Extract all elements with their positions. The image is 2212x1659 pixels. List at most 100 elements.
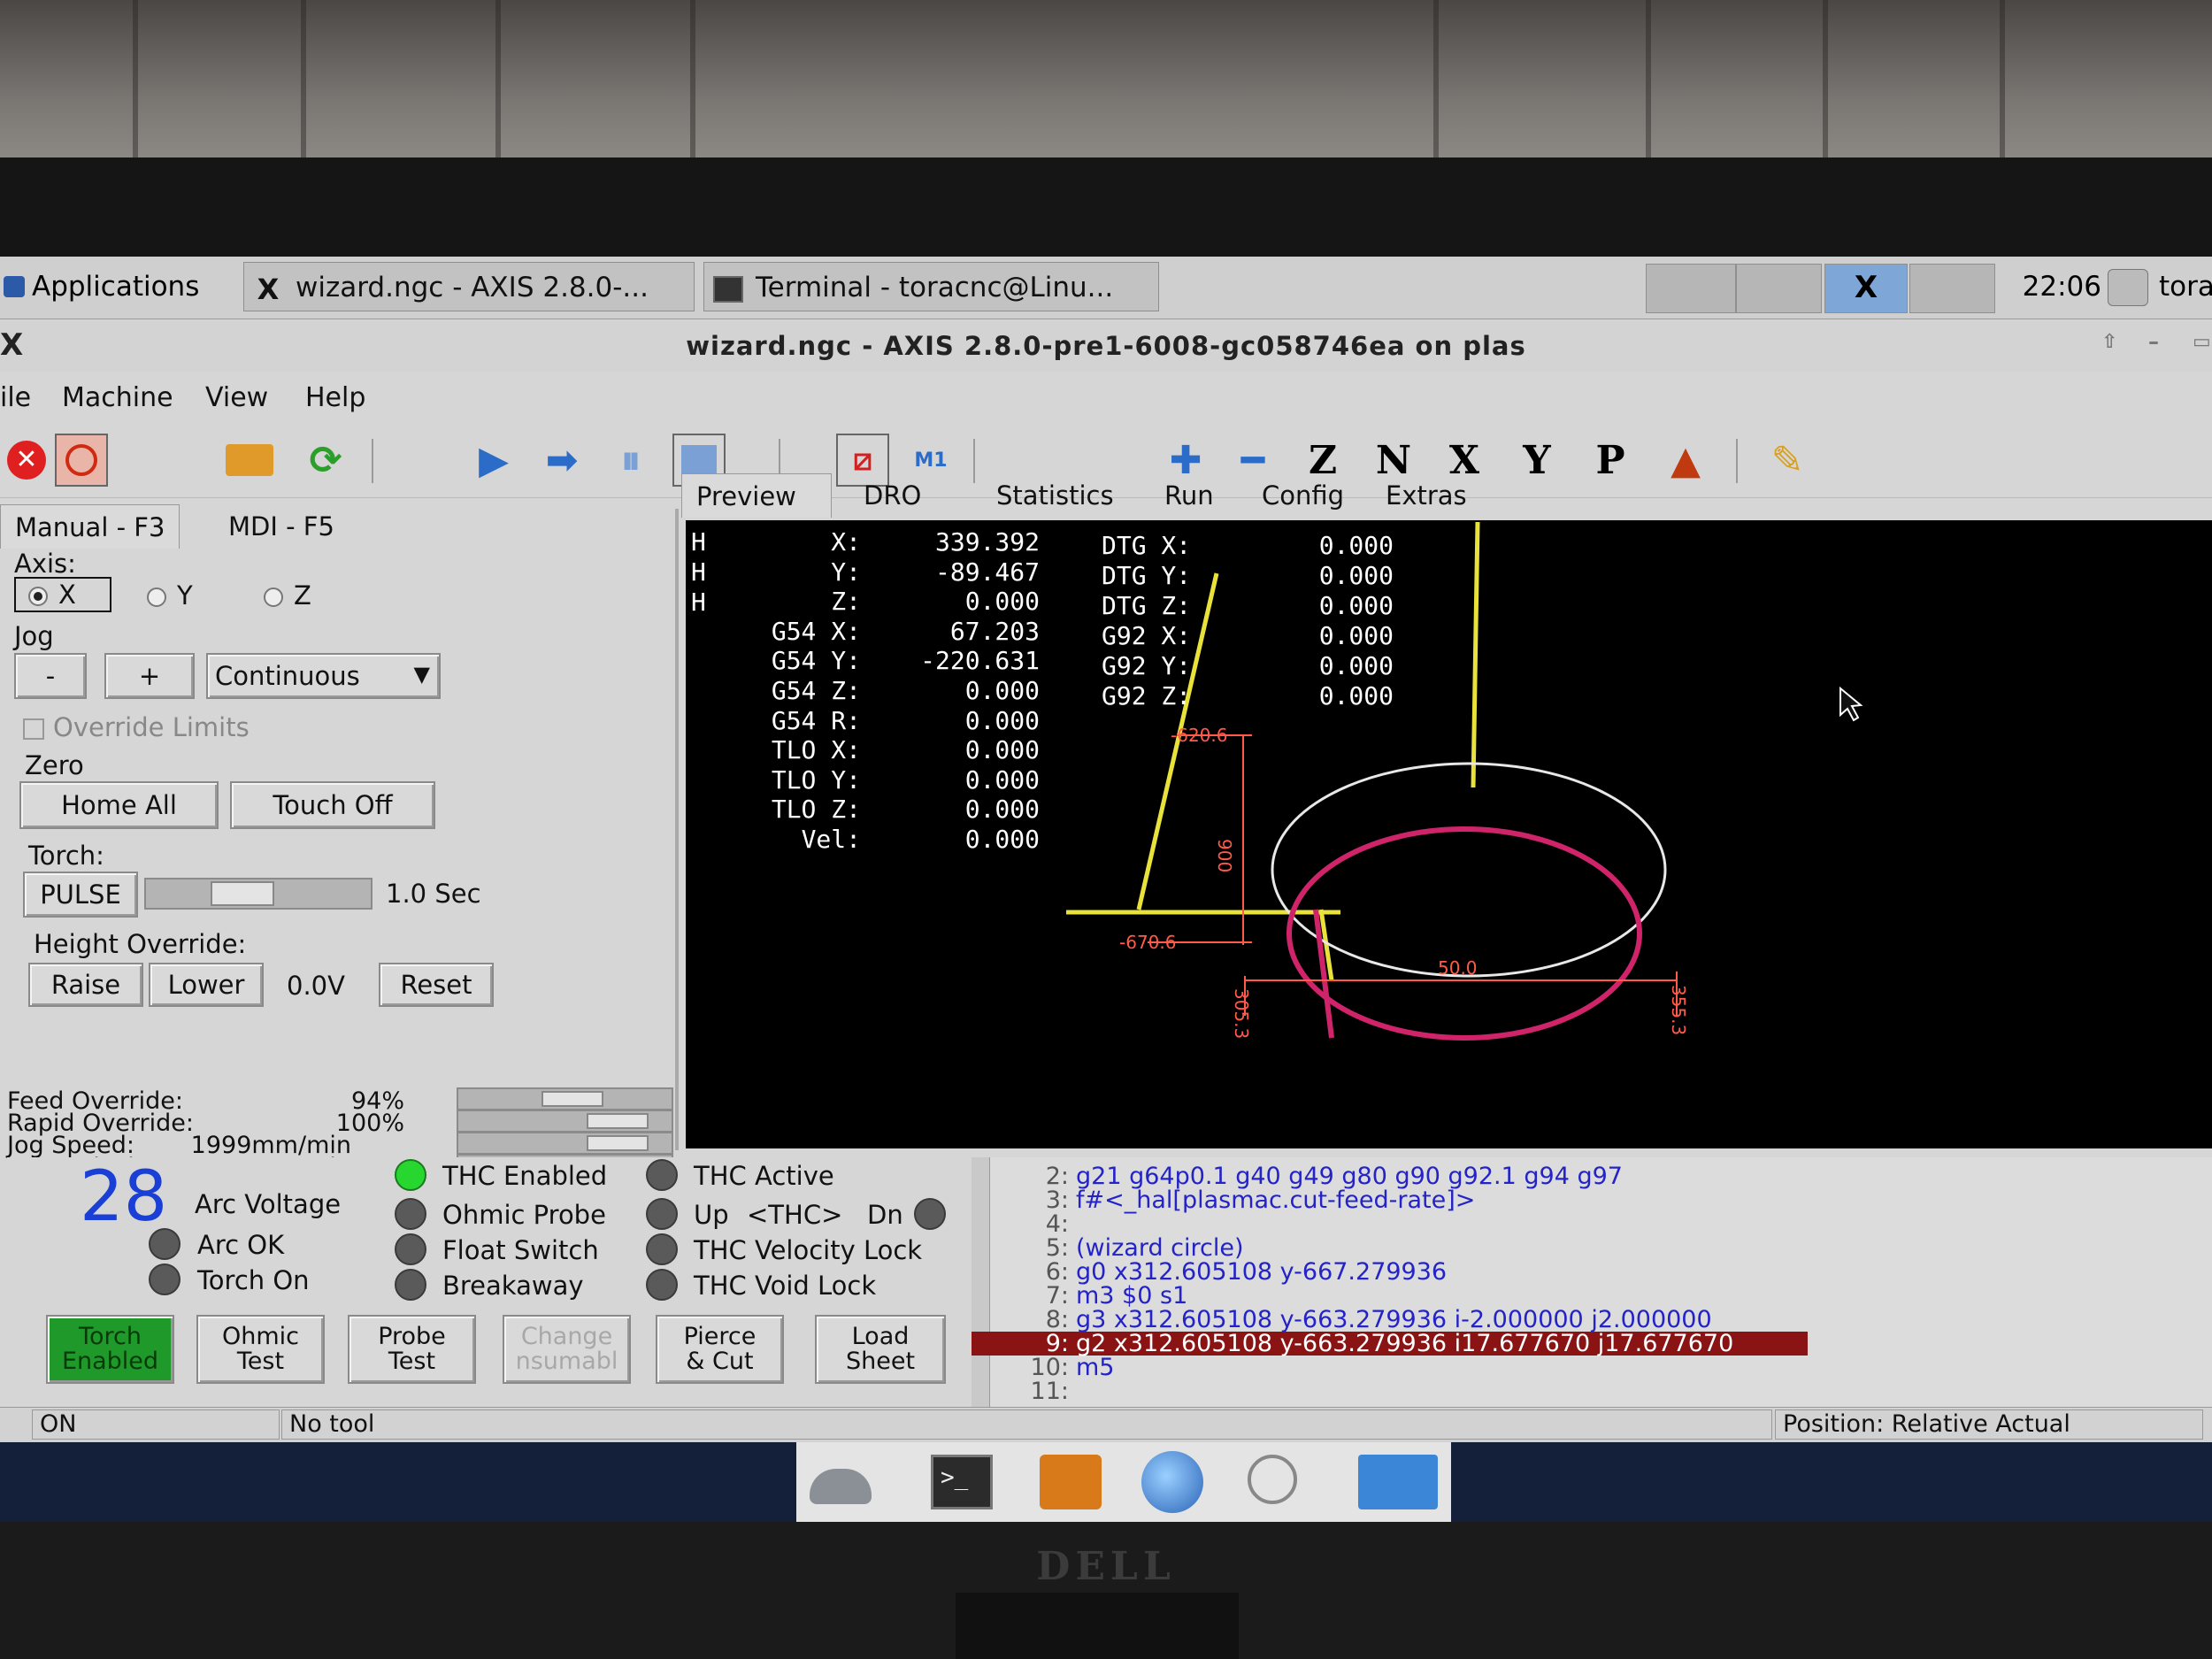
menu-help[interactable]: Help [305,382,365,413]
override-slider[interactable] [457,1110,673,1133]
preview-tab[interactable]: DRO [849,473,964,518]
applications-menu[interactable]: Applications [0,257,234,317]
raise-button[interactable]: Raise [28,963,143,1007]
menu-file[interactable]: ile [0,382,31,413]
gcode-line-number: 4: [1045,1210,1069,1238]
axis-x-label: X [58,580,76,610]
plasma-button[interactable]: Pierce & Cut [656,1315,784,1384]
preview-plot[interactable]: -620.6 900 -670.6 50.0 305.3 355.3 H H H X:… [686,520,2212,1148]
folder-icon[interactable] [1358,1455,1438,1509]
file-manager-icon[interactable] [1040,1455,1102,1509]
pulse-time-slider[interactable] [144,878,373,910]
tab-manual[interactable]: Manual - F3 [0,504,180,549]
menu-view[interactable]: View [205,382,268,413]
jog-minus-button[interactable]: - [14,653,87,699]
axis-y-radio[interactable]: Y [147,580,193,611]
run-button[interactable]: ▶ [467,434,520,487]
workspace-3-active[interactable]: X [1824,264,1908,313]
dro-value: 339.392 [934,527,1040,557]
dim-top: -620.6 [1171,725,1227,746]
thc-up-label: Up [694,1200,729,1230]
plasma-button[interactable]: Torch Enabled [46,1315,174,1384]
gcode-listing[interactable]: 2: g21 g64p0.1 g40 g49 g80 g90 g92.1 g94 … [972,1157,2212,1407]
axis-x-radio[interactable]: X [14,577,111,612]
clock[interactable]: 22:06 [2004,257,2101,317]
torch-on-label: Torch On [197,1265,310,1295]
estop-button[interactable]: ✕ [0,434,53,487]
ohmic-probe-led [395,1198,426,1230]
reload-button[interactable]: ⟳ [299,434,352,487]
dro-label: Y: [831,557,861,587]
preview-tab[interactable]: Preview [681,473,832,518]
dro-value: -220.631 [920,646,1040,676]
terminal-icon[interactable]: >_ [931,1455,993,1509]
show-desktop-icon[interactable] [810,1469,872,1504]
workspace-2[interactable] [1736,264,1822,313]
gcode-line-number: 10: [1030,1354,1069,1381]
network-icon[interactable] [2108,269,2148,306]
screen: Applications Xwizard.ngc - AXIS 2.8.0-..… [0,257,2212,1522]
float-switch-label: Float Switch [442,1235,599,1265]
plasma-button[interactable]: Change nsumabl [503,1315,631,1384]
home-all-button[interactable]: Home All [19,781,219,829]
minimize-icon[interactable]: – [2148,329,2159,354]
workspace-4[interactable] [1909,264,1995,313]
plasma-button[interactable]: Ohmic Test [196,1315,325,1384]
dro-dtg-value: 0.000 [1318,681,1394,710]
maximize-icon[interactable]: ⇧ [2101,331,2117,353]
task-terminal-window[interactable]: Terminal - toracnc@Linu... [703,262,1159,311]
gcode-line-current[interactable]: 9: g2 x312.605108 y-663.279936 i17.677670… [972,1332,1808,1356]
touch-off-button[interactable]: Touch Off [230,781,435,829]
arc-ok-label: Arc OK [197,1230,285,1260]
override-limits-checkbox[interactable]: Override Limits [23,712,250,742]
gcode-line[interactable]: 7: m3 $0 s1 [972,1284,1188,1308]
user-menu[interactable]: tora [2159,257,2212,317]
gcode-line[interactable]: 5: (wizard circle) [972,1236,1244,1260]
gcode-line[interactable]: 3: f#<_hal[plasmac.cut-feed-rate]> [972,1188,1476,1212]
gcode-line[interactable]: 10: m5 [972,1354,1115,1381]
override-slider[interactable] [457,1132,673,1155]
dro-value: 67.203 [949,616,1040,646]
torch-on-led [149,1263,180,1295]
step-button[interactable]: ➡ [535,434,588,487]
search-icon[interactable] [1248,1455,1297,1504]
dro-dtg-label: G92 Z: [1102,681,1192,710]
axis-z-radio[interactable]: Z [264,580,311,611]
gcode-line[interactable]: 11: [972,1379,1076,1403]
dro-dtg-value: 0.000 [1318,531,1394,560]
dro-dtg-value: 0.000 [1318,621,1394,650]
preview-tab[interactable]: Run [1150,473,1230,518]
task-axis-window[interactable]: Xwizard.ngc - AXIS 2.8.0-... [243,262,695,311]
height-reset-button[interactable]: Reset [379,963,494,1007]
machine-power-button[interactable] [55,434,108,487]
gcode-line[interactable]: 2: g21 g64p0.1 g40 g49 g80 g90 g92.1 g94 … [972,1164,1623,1188]
pulse-button[interactable]: PULSE [23,872,138,918]
dro-value: -89.467 [934,557,1040,587]
preview-tab[interactable]: Extras [1371,473,1478,518]
plasma-button[interactable]: Load Sheet [815,1315,946,1384]
pause-button[interactable]: ⏸ [604,434,657,487]
terminal-icon [713,275,743,303]
workspace-1[interactable] [1646,264,1736,313]
jog-plus-button[interactable]: + [104,653,195,699]
restore-icon[interactable]: ▭ [2193,331,2211,353]
web-browser-icon[interactable] [1141,1451,1203,1513]
dim-left-x: 305.3 [1231,988,1252,1039]
jog-mode-select[interactable]: Continuous ▼ [206,653,441,699]
dim-bottom: -670.6 [1119,932,1176,953]
override-slider[interactable] [457,1087,673,1110]
preview-tab[interactable]: Config [1248,473,1354,518]
menu-machine[interactable]: Machine [62,382,173,413]
tab-mdi[interactable]: MDI - F5 [214,504,349,549]
preview-tab[interactable]: Statistics [982,473,1133,518]
open-file-button[interactable] [223,434,276,487]
menubar: ile Machine View Help [0,372,2212,425]
plasma-button[interactable]: Probe Test [348,1315,476,1384]
radio-dot [147,588,166,607]
lower-button[interactable]: Lower [149,963,264,1007]
gcode-line[interactable]: 6: g0 x312.605108 y-667.279936 [972,1260,1447,1284]
gcode-line[interactable]: 4: [972,1212,1076,1236]
gcode-line[interactable]: 8: g3 x312.605108 y-663.279936 i-2.000000… [972,1308,1712,1332]
window-titlebar[interactable]: X wizard.ngc - AXIS 2.8.0-pre1-6008-gc05… [0,320,2212,372]
thc-dn-label: Dn [867,1200,903,1230]
